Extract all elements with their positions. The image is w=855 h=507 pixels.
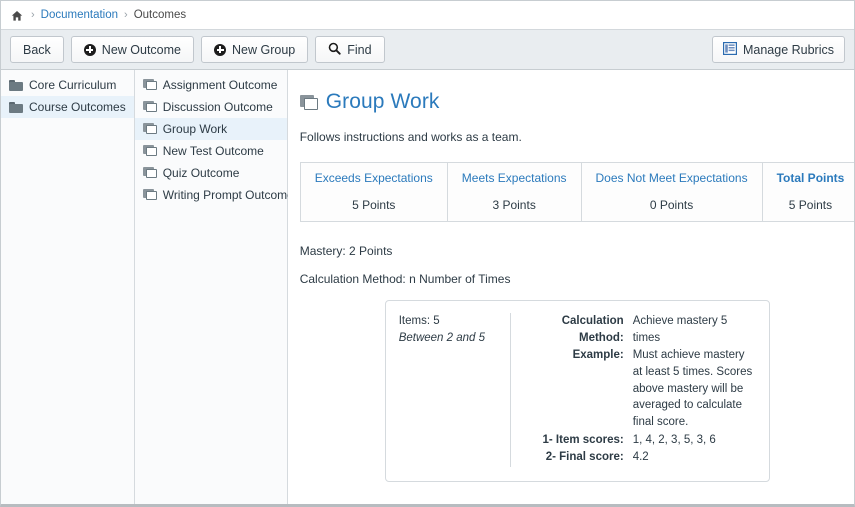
calculation-details-box: Items: 5 Between 2 and 5 Calculation Met… [384,300,770,483]
calculation-items-panel: Items: 5 Between 2 and 5 [386,313,511,468]
outcome-icon [142,189,157,201]
outcome-icon [142,101,157,113]
plus-circle-icon [214,43,226,56]
outcome-item-assignment-outcome[interactable]: Assignment Outcome [135,74,287,96]
new-group-button-label: New Group [232,42,296,57]
find-button[interactable]: Find [315,36,385,63]
calculation-items-range: Between 2 and 5 [398,331,486,344]
outcome-item-quiz-outcome[interactable]: Quiz Outcome [135,162,287,184]
outcome-detail-panel: Group Work Follows instructions and work… [287,70,854,504]
breadcrumb-item-outcomes: Outcomes [133,9,187,21]
outcomes-window: › Documentation › Outcomes Back New Outc… [0,0,855,507]
outcome-description: Follows instructions and works as a team… [299,130,522,144]
outcomes-column: Assignment Outcome Discussion Outcome Gr… [134,70,294,504]
ratings-table: Exceeds Expectations Meets Expectations … [299,162,854,222]
outcome-item-label: Writing Prompt Outcome [162,188,294,202]
outcome-icon [142,123,157,135]
outcome-item-label: New Test Outcome [162,144,264,158]
outcome-icon [142,145,157,157]
mastery-text: Mastery: 2 Points [299,244,393,258]
outcome-item-writing-prompt-outcome[interactable]: Writing Prompt Outcome [135,184,294,206]
rating-value-total-points: 5 Points [788,198,833,212]
outcome-item-group-work[interactable]: Group Work [134,118,287,140]
calc-row-label: Calculation Method: [561,315,624,344]
calc-row-value: 1, 4, 2, 3, 5, 3, 6 [632,433,716,446]
rating-header-exceeds: Exceeds Expectations [300,162,448,192]
page-title: Group Work [299,90,854,114]
calculation-method-text: Calculation Method: n Number of Times [299,272,511,286]
group-item-core-curriculum[interactable]: Core Curriculum [1,74,134,96]
outcome-actions: Delete Outcome Edit Outcome Move Outcome [300,482,854,504]
home-icon[interactable] [11,10,23,22]
group-item-label: Core Curriculum [29,78,117,92]
find-button-label: Find [347,42,372,57]
outcome-icon [299,94,318,110]
rating-value-meets: 3 Points [447,192,582,222]
calc-row-label: Example: [572,349,624,362]
calc-row-label: 2- Final score: [545,451,624,464]
calc-row-value: 4.2 [632,451,649,464]
new-outcome-button[interactable]: New Outcome [70,36,194,63]
rating-value-does-not-meet: 0 Points [581,192,763,222]
calc-row-example: Example: Must achieve mastery at least 5… [523,347,757,430]
columns-container: Core Curriculum Course Outcomes Assignme… [1,70,854,504]
breadcrumb: › Documentation › Outcomes [1,1,854,29]
new-group-button[interactable]: New Group [201,36,309,63]
back-button[interactable]: Back [10,36,64,63]
back-button-label: Back [23,42,51,57]
calc-row-value: Must achieve mastery at least 5 times. S… [632,349,753,429]
outcome-item-discussion-outcome[interactable]: Discussion Outcome [135,96,287,118]
outcome-item-label: Quiz Outcome [162,166,240,180]
folder-icon [9,101,23,113]
calc-row-label: 1- Item scores: [542,433,624,446]
manage-rubrics-button-label: Manage Rubrics [742,42,834,57]
search-icon [328,42,341,58]
rating-header-total-points: Total Points [776,171,845,185]
groups-column: Core Curriculum Course Outcomes [1,70,135,504]
breadcrumb-item-documentation[interactable]: Documentation [41,9,118,21]
outcome-title-text: Group Work [325,90,440,113]
rubric-grid-icon [722,41,737,58]
group-item-label: Course Outcomes [29,100,126,114]
toolbar-right-group: Manage Rubrics [711,36,845,63]
outcome-item-label: Assignment Outcome [162,78,278,92]
rating-header-does-not-meet: Does Not Meet Expectations [581,162,763,192]
calc-row-final-score: 2- Final score: 4.2 [523,449,757,466]
outcome-icon [142,79,157,91]
folder-icon [9,79,23,91]
calculation-items-label: Items: 5 [398,315,440,327]
outcome-item-label: Group Work [162,122,228,136]
toolbar: Back New Outcome New Group Find Manage R… [1,29,854,70]
new-outcome-button-label: New Outcome [101,42,181,57]
ratings-header-row: Exceeds Expectations Meets Expectations … [300,162,854,192]
calc-row-item-scores: 1- Item scores: 1, 4, 2, 3, 5, 3, 6 [523,432,757,449]
rating-value-exceeds: 5 Points [300,192,448,222]
group-item-course-outcomes[interactable]: Course Outcomes [1,96,134,118]
outcome-item-label: Discussion Outcome [162,100,273,114]
breadcrumb-separator-1: › [31,9,35,21]
outcome-item-new-test-outcome[interactable]: New Test Outcome [135,140,287,162]
outcome-icon [142,167,157,179]
breadcrumb-separator-2: › [124,9,128,21]
plus-circle-icon [83,43,96,56]
calc-row-method: Calculation Method: Achieve mastery 5 ti… [523,313,757,346]
calc-row-value: Achieve mastery 5 times [632,315,728,344]
calculation-example-panel: Calculation Method: Achieve mastery 5 ti… [511,313,769,467]
ratings-value-row: 5 Points 3 Points 0 Points 5 Points [300,192,854,222]
rating-header-meets: Meets Expectations [447,162,582,192]
manage-rubrics-button[interactable]: Manage Rubrics [711,36,845,63]
